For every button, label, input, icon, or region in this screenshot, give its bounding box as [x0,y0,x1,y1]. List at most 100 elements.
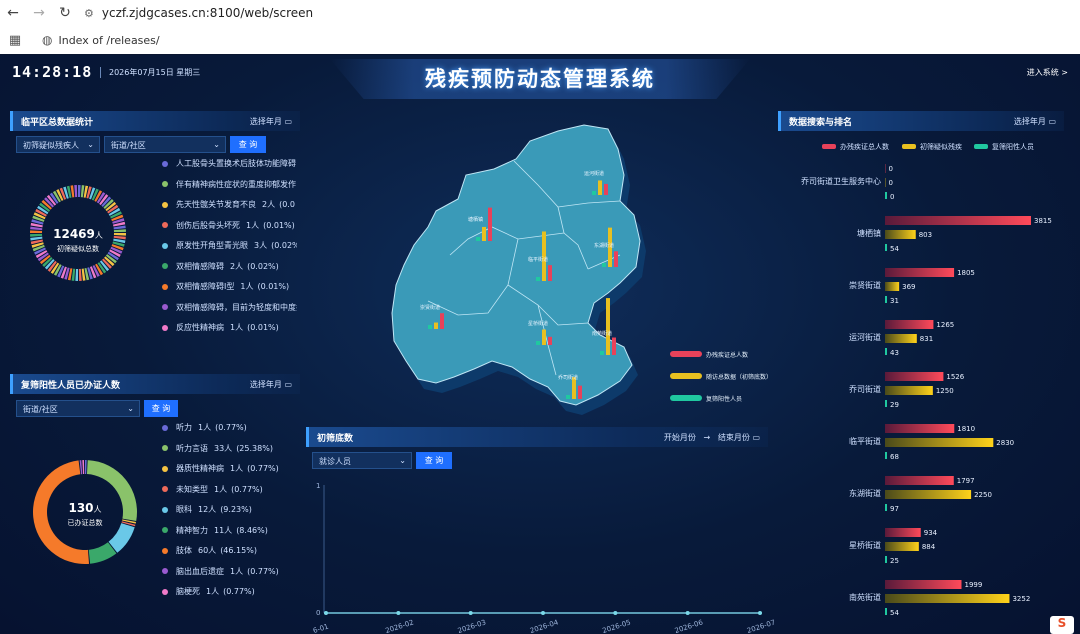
legend-item: 眼科 12人 (9.23%) [162,504,300,518]
street-select[interactable]: 街道/社区 ⌄ [16,400,140,417]
month-picker[interactable]: 选择年月 ▭ [250,379,292,390]
month-picker-label: 选择年月 [249,380,282,389]
page-title: 残疾预防动态管理系统 [425,67,655,91]
legend-dot [162,588,168,595]
ranking-value-label: 831 [920,335,933,343]
certified-sub: 已办证总数 [67,519,103,527]
map-bar-screening [606,298,610,355]
street-select-value: 街道/社区 [23,405,58,414]
map-bar-positive [602,263,606,267]
globe-icon: ◍ [42,33,53,47]
legend-item: 器质性精神病 1人 (0.77%) [162,463,300,477]
ranking-bar [885,320,934,329]
legend-label: 伴有精神病性症状的重度抑郁发作 [176,179,296,189]
ranking-bar [885,334,917,343]
calendar-icon: ▭ [1048,117,1056,126]
map-bar-positive [476,237,480,241]
month-picker[interactable]: 选择年月 ▭ [1014,116,1056,127]
month-picker[interactable]: 选择年月 ▭ [250,116,292,127]
back-icon[interactable]: ← [0,5,26,21]
chevron-down-icon: ⌄ [399,456,406,465]
calendar-icon: ▭ [284,380,292,389]
legend-dot [162,222,168,228]
legend-percent: (0.77%) [223,587,255,596]
map-bar-positive [566,395,570,399]
x-tick-label: 2026-05 [601,618,631,634]
ranking-bar [885,542,919,551]
map-bar-positive [592,191,596,195]
ranking-value-label: 68 [890,453,899,461]
ranking-legend-label: 初筛疑似残疾 [920,142,962,151]
dashboard-header: 14:28:18 2026年07月15日 星期三 残疾预防动态管理系统 进入系统… [0,55,1080,99]
legend-label: 肢体 [176,546,192,555]
total-center-label: 12469人 初筛疑似总数 [28,223,128,254]
x-tick-label: 2026-07 [746,618,774,634]
apps-grid-icon[interactable]: ▦ [0,33,30,48]
enter-system-link[interactable]: 进入系统 > [1027,67,1068,78]
map-region-label: 塘栖镇 [468,216,483,223]
map-bar-certified [548,336,552,345]
panel-ranking-header: 数据搜索与排名 选择年月 ▭ [778,111,1064,131]
url-text: yczf.zjdgcases.cn:8100/web/screen [101,6,314,20]
ranking-bar [885,216,1031,225]
site-settings-icon[interactable]: ⚙ [84,7,94,20]
dashboard-screen: 14:28:18 2026年07月15日 星期三 残疾预防动态管理系统 进入系统… [0,55,1080,634]
month-range-picker[interactable]: 开始月份 → 结束月份 ▭ [664,432,760,443]
legend-item: 原发性开角型青光眼 3人 (0.02% [162,240,297,254]
legend-dot [162,160,168,167]
ranking-category-label: 乔司街道 [849,384,881,394]
address-bar[interactable]: ⚙ yczf.zjdgcases.cn:8100/web/screen [84,6,313,20]
street-select[interactable]: 街道/社区 ⌄ [104,136,226,153]
certified-center-label: 130人 已办证总数 [30,497,140,528]
legend-dot [162,445,168,451]
panel2-legend-list: 听力 1人 (0.77%) 听力言语 33人 (25.38%) 器质性精神病 1人 (0.77%… [162,422,300,602]
legend-item: 先天性髋关节发育不良 2人 (0.0 [162,199,297,213]
legend-dot [162,283,168,290]
start-month[interactable]: 开始月份 [664,433,696,442]
ranking-value-label: 97 [890,505,899,513]
reload-icon[interactable]: ↻ [52,5,78,21]
ranking-category-label: 临平街道 [849,436,881,446]
ranking-value-label: 884 [922,543,936,551]
ranking-category-label: 星桥街道 [849,540,881,550]
map-region-label: 东湖街道 [594,242,614,249]
date-display: 2026年07月15日 星期三 [100,67,200,78]
category-select-value: 初筛疑似残疾人 [23,141,79,150]
map-bar-screening [598,180,602,195]
ranking-value-label: 803 [919,231,932,239]
legend-count: 1人 [230,323,244,332]
panel-certified-header: 复筛阳性人员已办证人数 选择年月 ▭ [10,374,300,394]
category-select[interactable]: 初筛疑似残疾人 ⌄ [16,136,100,153]
legend-percent: (0.77%) [247,464,279,473]
query-button[interactable]: 查 询 [230,136,266,153]
legend-count: 3人 [254,241,268,250]
map-bar-certified [614,251,618,267]
end-month[interactable]: 结束月份 [718,433,750,442]
map-legend-label: 随访总数据（初筛底数） [706,373,768,381]
map-region-label: 崇贤街道 [420,304,440,311]
map-bar-certified [604,183,608,195]
map-bar-screening [482,226,486,241]
ranking-value-label: 1810 [957,425,975,433]
map-region-label: 星桥街道 [528,320,548,327]
map-legend-swatch [670,351,702,357]
legend-count: 1人 [198,423,212,432]
legend-item: 双相情感障碍 2人 (0.02%) [162,261,297,275]
patient-type-select[interactable]: 就诊人员 ⌄ [312,452,412,469]
query-button[interactable]: 查 询 [144,400,178,417]
panel-title: 临平区总数据统计 [21,118,94,128]
total-sub: 初筛疑似总数 [57,245,99,253]
ranking-value-label: 25 [890,557,899,565]
legend-percent: (0.0 [279,200,295,209]
y-tick-label: 1 [316,482,320,490]
ranking-value-label: 3815 [1034,217,1052,225]
query-button[interactable]: 查 询 [416,452,452,469]
panel1-legend-list: 人工股骨头置换术后肢体功能障碍 伴有精神病性症状的重度抑郁发作 先天性髋关节发育不良… [162,158,297,343]
bookmark-item[interactable]: Index of /releases/ [58,34,159,47]
legend-count: 12人 [198,505,217,514]
ranking-bar [885,476,954,485]
ranking-value-label: 31 [890,297,899,305]
ranking-bar [885,268,955,277]
map-bar-positive [536,277,540,281]
forward-icon[interactable]: → [26,5,52,21]
